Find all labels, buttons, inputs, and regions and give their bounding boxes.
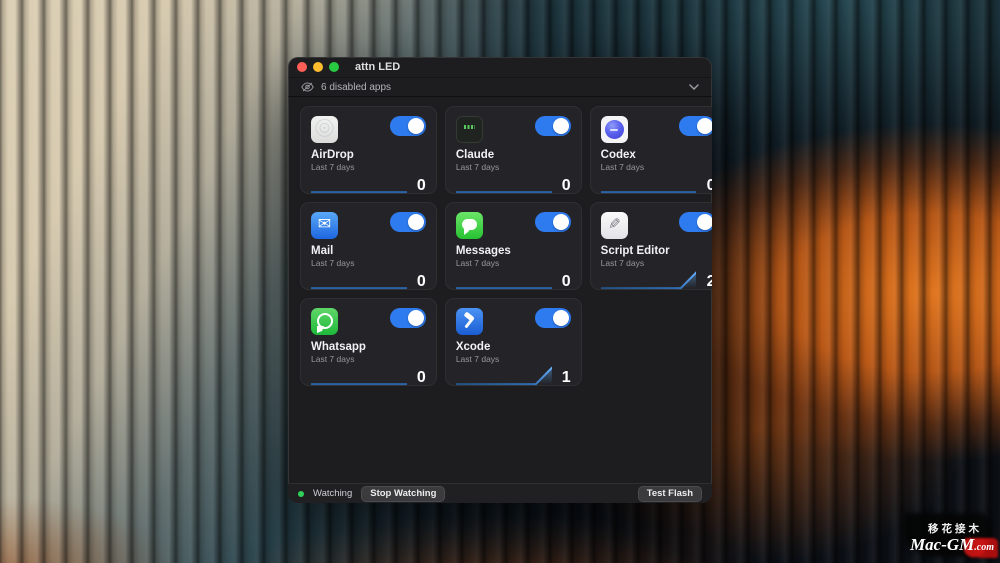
app-enabled-toggle[interactable]: [679, 212, 712, 232]
app-card: Whatsapp Last 7 days 0: [300, 298, 437, 386]
app-enabled-toggle[interactable]: [390, 116, 426, 136]
app-name: Xcode: [456, 341, 571, 353]
activity-count: 2: [703, 274, 712, 291]
activity-sparkline: [311, 172, 407, 195]
app-enabled-toggle[interactable]: [535, 116, 571, 136]
title-bar[interactable]: attn LED: [288, 57, 712, 78]
toggle-knob: [697, 214, 712, 230]
activity-count: 0: [414, 178, 426, 195]
script-editor-app-icon: [601, 212, 628, 239]
watching-status-label: Watching: [313, 488, 352, 499]
activity-sparkline: [311, 268, 407, 291]
minimize-button[interactable]: [313, 62, 323, 72]
app-card: Messages Last 7 days 0: [445, 202, 582, 290]
toggle-knob: [553, 214, 569, 230]
whatsapp-app-icon: [311, 308, 338, 335]
app-card: Script Editor Last 7 days 2: [590, 202, 712, 290]
activity-sparkline: [456, 172, 552, 195]
stop-watching-button[interactable]: Stop Watching: [361, 486, 445, 502]
app-card: AirDrop Last 7 days 0: [300, 106, 437, 194]
toggle-knob: [697, 118, 712, 134]
toggle-knob: [408, 118, 424, 134]
app-name: Messages: [456, 245, 571, 257]
app-name: Whatsapp: [311, 341, 426, 353]
app-name: AirDrop: [311, 149, 426, 161]
claude-app-icon: [456, 116, 483, 143]
app-window: attn LED 6 disabled apps AirDrop Last 7 …: [288, 57, 712, 503]
codex-app-icon: [601, 116, 628, 143]
toggle-knob: [408, 310, 424, 326]
close-button[interactable]: [297, 62, 307, 72]
app-enabled-toggle[interactable]: [390, 212, 426, 232]
activity-count: 0: [703, 178, 712, 195]
app-period-label: Last 7 days: [311, 258, 426, 268]
activity-count: 0: [414, 274, 426, 291]
status-bar: Watching Stop Watching Test Flash: [288, 483, 712, 503]
window-title: attn LED: [355, 61, 400, 73]
app-card: Codex Last 7 days 0: [590, 106, 712, 194]
app-card: Claude Last 7 days 0: [445, 106, 582, 194]
watching-status-dot: [298, 491, 304, 497]
app-card-grid: AirDrop Last 7 days 0 Claude Last 7 days…: [300, 106, 700, 386]
activity-count: 1: [559, 370, 571, 387]
mail-app-icon: [311, 212, 338, 239]
test-flash-button[interactable]: Test Flash: [638, 486, 702, 502]
app-enabled-toggle[interactable]: [679, 116, 712, 136]
activity-sparkline: [456, 268, 552, 291]
app-card: Mail Last 7 days 0: [300, 202, 437, 290]
activity-sparkline: [456, 364, 552, 387]
watermark: 移花接木 Mac-GM.com: [910, 521, 994, 555]
activity-count: 0: [559, 274, 571, 291]
watermark-site-text: Mac-GM.com: [910, 536, 994, 555]
app-name: Claude: [456, 149, 571, 161]
app-period-label: Last 7 days: [311, 354, 426, 364]
activity-count: 0: [414, 370, 426, 387]
app-enabled-toggle[interactable]: [535, 212, 571, 232]
app-name: Mail: [311, 245, 426, 257]
app-period-label: Last 7 days: [456, 354, 571, 364]
toggle-knob: [553, 118, 569, 134]
app-name: Script Editor: [601, 245, 712, 257]
airdrop-app-icon: [311, 116, 338, 143]
toggle-knob: [553, 310, 569, 326]
xcode-app-icon: [456, 308, 483, 335]
chevron-down-icon: [689, 84, 699, 90]
app-period-label: Last 7 days: [311, 162, 426, 172]
disabled-apps-disclosure[interactable]: 6 disabled apps: [288, 78, 712, 97]
toggle-knob: [408, 214, 424, 230]
zoom-button[interactable]: [329, 62, 339, 72]
app-name: Codex: [601, 149, 712, 161]
activity-sparkline: [311, 364, 407, 387]
disabled-apps-label: 6 disabled apps: [321, 82, 391, 93]
app-period-label: Last 7 days: [601, 258, 712, 268]
activity-sparkline: [601, 268, 697, 291]
watermark-site-suffix: .com: [974, 542, 994, 553]
app-enabled-toggle[interactable]: [535, 308, 571, 328]
activity-count: 0: [559, 178, 571, 195]
app-card: Xcode Last 7 days 1: [445, 298, 582, 386]
eye-off-icon: [301, 82, 314, 92]
watermark-site-name: Mac-GM: [910, 535, 974, 554]
app-enabled-toggle[interactable]: [390, 308, 426, 328]
app-period-label: Last 7 days: [456, 258, 571, 268]
app-period-label: Last 7 days: [601, 162, 712, 172]
activity-sparkline: [601, 172, 697, 195]
messages-app-icon: [456, 212, 483, 239]
app-period-label: Last 7 days: [456, 162, 571, 172]
